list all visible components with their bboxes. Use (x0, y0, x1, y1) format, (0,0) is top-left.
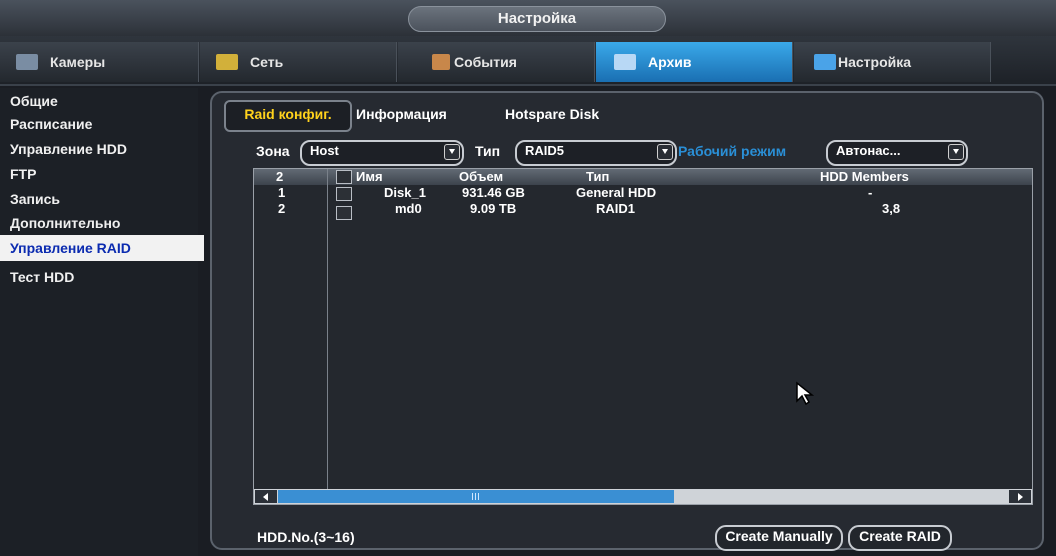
raid-disk-table: 2 Имя Объем Тип HDD Members 1 Disk_1 931… (253, 168, 1033, 505)
tab-cameras[interactable]: Камеры (0, 42, 199, 82)
row-number: 2 (278, 201, 286, 216)
camera-icon (16, 54, 38, 70)
sidebar-item-raid-management[interactable]: Управление RAID (0, 235, 204, 261)
sidebar-item-schedule[interactable]: Расписание (0, 111, 204, 137)
disk-size: 931.46 GB (462, 185, 525, 200)
events-icon (432, 54, 450, 70)
tab-events-label: События (454, 54, 517, 70)
tab-network[interactable]: Сеть (200, 42, 397, 82)
select-all-checkbox[interactable] (336, 170, 352, 184)
tab-events[interactable]: События (398, 42, 595, 82)
archive-icon (614, 54, 636, 70)
tab-raid-config[interactable]: Raid конфиг. (224, 100, 352, 132)
scroll-left-button[interactable] (255, 490, 277, 503)
tab-archive-label: Архив (648, 54, 692, 70)
arrow-left-icon (263, 493, 268, 501)
column-header-size: Объем (459, 169, 504, 184)
grip-icon (472, 493, 473, 500)
work-mode-label: Рабочий режим (678, 143, 787, 159)
sidebar-item-record[interactable]: Запись (0, 186, 204, 212)
create-manually-button[interactable]: Create Manually (715, 525, 843, 551)
arrow-right-icon (1018, 493, 1023, 501)
chevron-down-icon (948, 144, 964, 160)
top-tab-bar: Камеры Сеть События Архив Настройка (0, 36, 1056, 86)
column-header-count: 2 (276, 169, 284, 184)
tab-settings[interactable]: Настройка (794, 42, 991, 82)
tab-archive[interactable]: Архив (596, 42, 793, 82)
sidebar-item-advanced[interactable]: Дополнительно (0, 210, 204, 236)
sidebar-item-hdd-test[interactable]: Тест HDD (0, 264, 204, 290)
hdd-number-range: HDD.No.(3~16) (257, 529, 355, 545)
column-header-hdd-members: HDD Members (820, 169, 909, 184)
tab-settings-label: Настройка (838, 54, 912, 70)
zone-select-value: Host (310, 143, 339, 158)
disk-type: RAID1 (596, 201, 636, 216)
zone-select[interactable]: Host (300, 140, 464, 166)
grip-icon (478, 493, 479, 500)
disk-size: 9.09 TB (470, 201, 517, 216)
column-header-type: Тип (586, 169, 610, 184)
row-checkbox[interactable] (336, 187, 352, 201)
tab-network-label: Сеть (250, 54, 284, 70)
disk-name: md0 (395, 201, 422, 216)
scroll-right-button[interactable] (1009, 490, 1031, 503)
work-mode-select[interactable]: Автонас... (826, 140, 968, 166)
network-icon (216, 54, 238, 70)
zone-label: Зона (256, 143, 290, 159)
title-bar: Настройка (0, 0, 1056, 36)
settings-icon (814, 54, 836, 70)
create-raid-button[interactable]: Create RAID (848, 525, 952, 551)
work-mode-select-value: Автонас... (836, 143, 901, 158)
chevron-down-icon (444, 144, 460, 160)
type-select[interactable]: RAID5 (515, 140, 677, 166)
type-label: Тип (475, 143, 501, 159)
tab-cameras-label: Камеры (50, 54, 106, 70)
sidebar: Общие Расписание Управление HDD FTP Запи… (0, 88, 204, 556)
sidebar-item-hdd-management[interactable]: Управление HDD (0, 136, 204, 162)
disk-name: Disk_1 (384, 185, 426, 200)
chevron-down-icon (657, 144, 673, 160)
column-header-name: Имя (356, 169, 383, 184)
tab-hotspare-disk[interactable]: Hotspare Disk (505, 100, 599, 128)
column-divider (327, 169, 328, 489)
disk-type: General HDD (576, 185, 657, 200)
scrollbar-thumb[interactable] (278, 490, 674, 503)
row-checkbox[interactable] (336, 206, 352, 220)
horizontal-scrollbar[interactable] (254, 489, 1032, 504)
hdd-members: - (868, 185, 873, 200)
sidebar-item-ftp[interactable]: FTP (0, 161, 204, 187)
hdd-members: 3,8 (882, 201, 901, 216)
mouse-cursor-icon (796, 381, 815, 406)
tab-information[interactable]: Информация (356, 100, 447, 128)
grip-icon (475, 493, 476, 500)
row-number: 1 (278, 185, 286, 200)
type-select-value: RAID5 (525, 143, 565, 158)
window-title: Настройка (408, 6, 666, 32)
table-header: 2 Имя Объем Тип HDD Members (254, 169, 1032, 185)
